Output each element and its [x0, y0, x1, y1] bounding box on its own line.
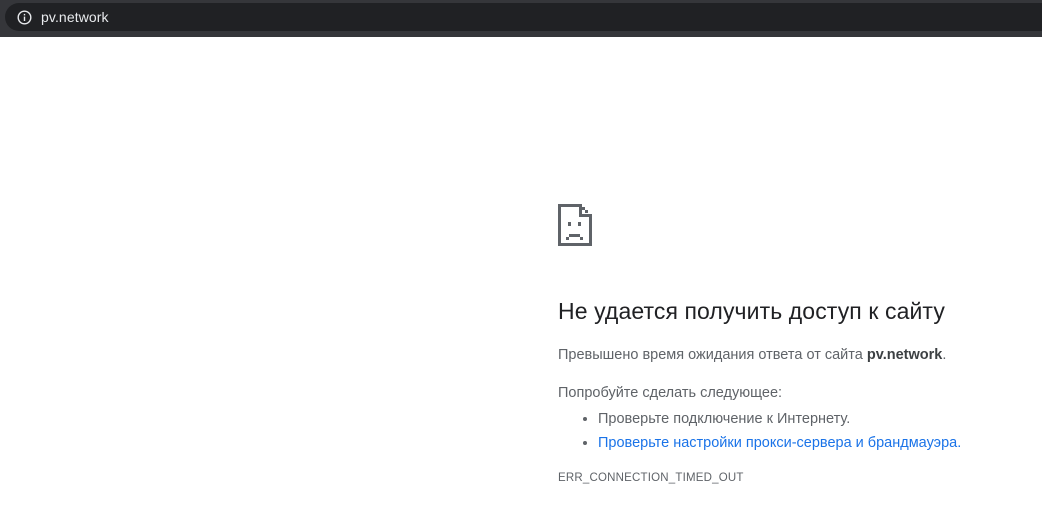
description-prefix: Превышено время ожидания ответа от сайта	[558, 347, 867, 363]
suggestion-check-connection: Проверьте подключение к Интернету.	[598, 411, 851, 427]
suggestion-item: Проверьте подключение к Интернету.	[598, 407, 1028, 431]
sad-page-icon	[558, 204, 592, 246]
address-bar[interactable]: pv.network	[5, 3, 1042, 31]
error-heading: Не удается получить доступ к сайту	[558, 298, 945, 324]
info-icon[interactable]	[17, 9, 32, 25]
browser-toolbar: pv.network	[0, 0, 1042, 37]
suggestions-label: Попробуйте сделать следующее:	[558, 385, 783, 401]
description-host: pv.network	[866, 347, 943, 363]
url-text[interactable]: pv.network	[41, 9, 109, 25]
error-content: Не удается получить доступ к сайту Превы…	[558, 204, 1028, 484]
error-description: Превышено время ожидания ответа от сайта…	[558, 345, 1028, 365]
error-code: ERR_CONNECTION_TIMED_OUT	[558, 472, 744, 484]
description-suffix: .	[942, 347, 947, 363]
suggestions-list: Проверьте подключение к Интернету. Прове…	[558, 407, 1028, 455]
suggestion-check-proxy-link[interactable]: Проверьте настройки прокси-сервера и бра…	[598, 435, 961, 451]
suggestion-item: Проверьте настройки прокси-сервера и бра…	[598, 431, 1028, 455]
